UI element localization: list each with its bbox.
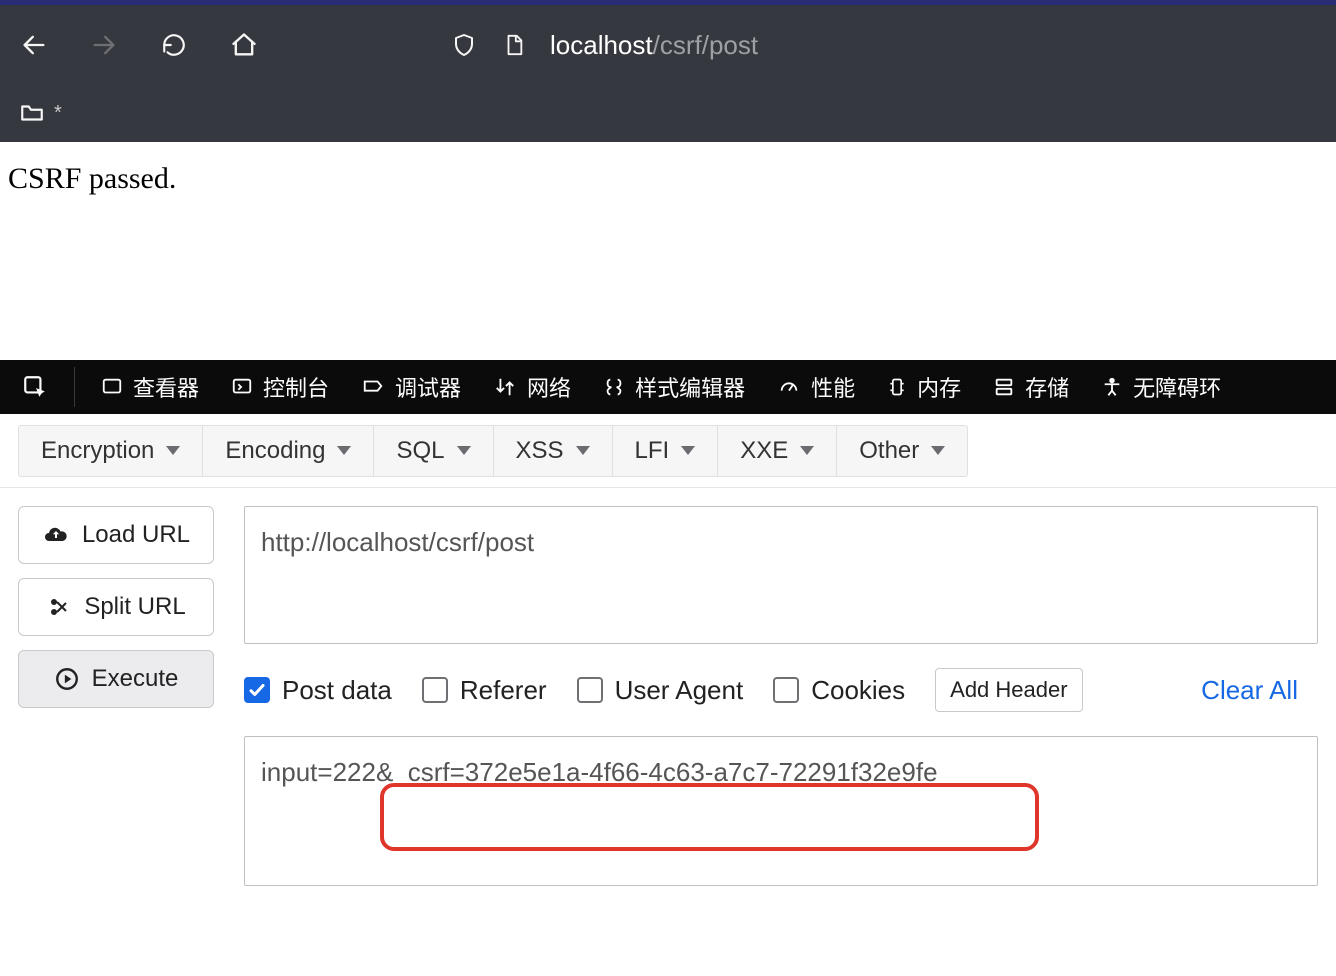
add-header-button[interactable]: Add Header — [935, 668, 1082, 712]
ext-menu-xxe[interactable]: XXE — [717, 426, 836, 476]
caret-down-icon — [681, 446, 695, 455]
ext-main: Load URL Split URL Execute Post data Ref… — [0, 488, 1336, 976]
ext-menu-lfi[interactable]: LFI — [612, 426, 718, 476]
execute-button[interactable]: Execute — [18, 650, 214, 708]
post-body-wrap — [244, 736, 1318, 891]
caret-down-icon — [576, 446, 590, 455]
devtools-tab-label: 样式编辑器 — [635, 371, 745, 403]
url-input[interactable] — [244, 506, 1318, 644]
devtools-tab-accessibility[interactable]: 无障碍环 — [1087, 360, 1235, 414]
devtools-tab-storage[interactable]: 存储 — [979, 360, 1083, 414]
devtools-tab-debugger[interactable]: 调试器 — [347, 360, 475, 414]
devtools-tab-styleeditor[interactable]: 样式编辑器 — [589, 360, 759, 414]
ext-menu-label: Other — [859, 437, 919, 465]
post-body-input[interactable] — [244, 736, 1318, 886]
checkbox-label: User Agent — [615, 675, 744, 706]
bookmark-unsaved-marker: * — [54, 102, 62, 125]
url-bar[interactable]: localhost/csrf/post — [450, 30, 758, 61]
browser-toolbar: localhost/csrf/post — [0, 5, 1336, 85]
caret-down-icon — [337, 446, 351, 455]
ext-menu-label: Encoding — [225, 437, 325, 465]
checkbox-referer[interactable]: Referer — [422, 675, 547, 706]
devtools-tab-label: 存储 — [1025, 371, 1069, 403]
checkbox-post-data[interactable]: Post data — [244, 675, 392, 706]
devtools-tab-label: 无障碍环 — [1133, 371, 1221, 403]
url-host: localhost — [550, 30, 653, 60]
caret-down-icon — [457, 446, 471, 455]
ext-toolbar: Encryption Encoding SQL XSS LFI XXE Othe… — [18, 425, 968, 477]
page-body-text: CSRF passed. — [8, 162, 176, 195]
devtools-tabbar: 查看器 控制台 调试器 网络 样式编辑器 性能 内存 存储 无障碍环 — [0, 360, 1336, 414]
devtools-tab-label: 网络 — [527, 371, 571, 403]
ext-left-column: Load URL Split URL Execute — [18, 506, 214, 976]
devtools-tab-network[interactable]: 网络 — [479, 360, 585, 414]
checkbox-icon — [577, 677, 603, 703]
split-url-label: Split URL — [84, 593, 185, 621]
ext-menu-xss[interactable]: XSS — [493, 426, 612, 476]
bookmarks-row: * — [0, 85, 1336, 141]
checkbox-label: Referer — [460, 675, 547, 706]
ext-menu-label: LFI — [635, 437, 670, 465]
devtools-tab-console[interactable]: 控制台 — [217, 360, 343, 414]
checkbox-cookies[interactable]: Cookies — [773, 675, 905, 706]
page-content: CSRF passed. — [0, 142, 1336, 360]
browser-chrome: localhost/csrf/post * — [0, 0, 1336, 142]
devtools-tab-label: 查看器 — [133, 371, 199, 403]
home-button[interactable] — [230, 31, 258, 59]
caret-down-icon — [800, 446, 814, 455]
ext-menu-label: XSS — [516, 437, 564, 465]
back-button[interactable] — [20, 31, 48, 59]
folder-icon[interactable] — [18, 99, 46, 127]
ext-right-column: Post data Referer User Agent Cookies Add… — [244, 506, 1318, 976]
page-icon — [500, 31, 528, 59]
devtools-picker[interactable] — [8, 360, 62, 414]
checkbox-icon — [244, 677, 270, 703]
load-url-button[interactable]: Load URL — [18, 506, 214, 564]
split-url-button[interactable]: Split URL — [18, 578, 214, 636]
devtools-tab-label: 控制台 — [263, 371, 329, 403]
checkbox-icon — [773, 677, 799, 703]
forward-button[interactable] — [90, 31, 118, 59]
devtools-tab-performance[interactable]: 性能 — [763, 360, 869, 414]
devtools-tab-label: 性能 — [811, 371, 855, 403]
ext-menu-encryption[interactable]: Encryption — [19, 426, 202, 476]
load-url-label: Load URL — [82, 521, 190, 549]
ext-menu-label: XXE — [740, 437, 788, 465]
checkbox-label: Cookies — [811, 675, 905, 706]
caret-down-icon — [931, 446, 945, 455]
checkbox-icon — [422, 677, 448, 703]
checkbox-label: Post data — [282, 675, 392, 706]
ext-toolbar-wrap: Encryption Encoding SQL XSS LFI XXE Othe… — [0, 414, 1336, 488]
devtools-tab-label: 调试器 — [395, 371, 461, 403]
execute-label: Execute — [92, 665, 179, 693]
ext-menu-label: Encryption — [41, 437, 154, 465]
caret-down-icon — [166, 446, 180, 455]
shield-icon — [450, 31, 478, 59]
devtools-separator — [74, 367, 75, 407]
ext-menu-encoding[interactable]: Encoding — [202, 426, 373, 476]
devtools-tab-label: 内存 — [917, 371, 961, 403]
ext-menu-other[interactable]: Other — [836, 426, 967, 476]
devtools-tab-inspector[interactable]: 查看器 — [87, 360, 213, 414]
url-path: /csrf/post — [653, 30, 758, 60]
checkbox-user-agent[interactable]: User Agent — [577, 675, 744, 706]
reload-button[interactable] — [160, 31, 188, 59]
url-text: localhost/csrf/post — [550, 30, 758, 61]
ext-menu-sql[interactable]: SQL — [373, 426, 492, 476]
options-row: Post data Referer User Agent Cookies Add… — [244, 668, 1318, 712]
devtools-tab-memory[interactable]: 内存 — [873, 360, 975, 414]
ext-menu-label: SQL — [396, 437, 444, 465]
clear-all-link[interactable]: Clear All — [1201, 675, 1298, 706]
